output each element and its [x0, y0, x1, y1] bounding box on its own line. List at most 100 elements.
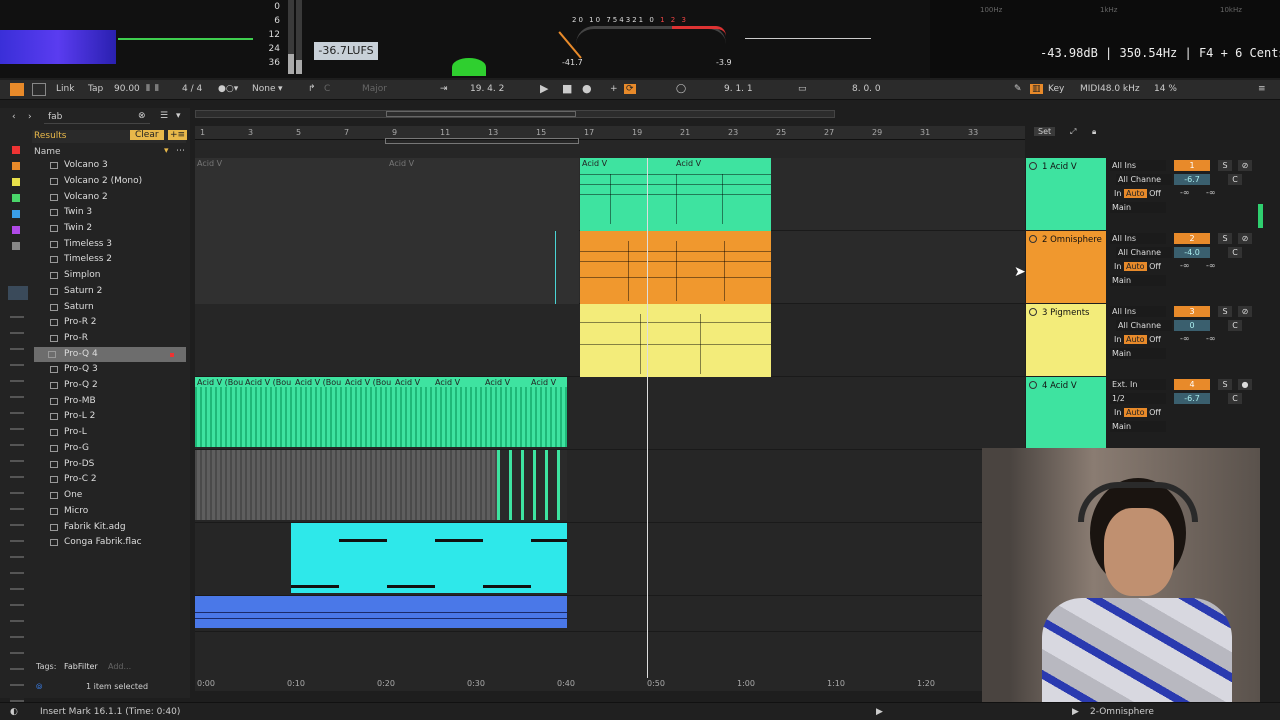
track-activator[interactable]: 3	[1174, 306, 1210, 317]
pan-field[interactable]: C	[1228, 320, 1242, 331]
clip-acid-v[interactable]: Acid V Acid V	[580, 158, 771, 231]
tag-add-button[interactable]: Add...	[108, 662, 131, 671]
list-item[interactable]: Pro-L 2	[50, 409, 188, 424]
set-button[interactable]: Set	[1034, 127, 1056, 136]
clip-ghost[interactable]	[195, 231, 579, 304]
monitor-switch[interactable]: In Auto Off	[1112, 188, 1172, 199]
list-item[interactable]: Pro-R	[50, 331, 188, 346]
back-icon[interactable]: ‹	[12, 112, 16, 122]
input-type-select[interactable]: All Ins	[1110, 306, 1166, 317]
audio-clip-acid-v[interactable]: Acid V (Bou Acid V (Bou Acid V (Bou Acid…	[195, 377, 567, 447]
list-item[interactable]: Twin 2	[50, 221, 188, 236]
list-item[interactable]: Pro-Q 3	[50, 362, 188, 377]
metronome-icon[interactable]: ⦀ ⦀	[146, 84, 160, 94]
monitor-off[interactable]: Off	[1149, 335, 1161, 344]
info-toggle-icon[interactable]: ◐	[10, 707, 18, 717]
lane-7[interactable]	[195, 596, 1025, 632]
lane-6[interactable]	[195, 523, 1025, 596]
track-header[interactable]: 4 Acid V	[1026, 377, 1106, 449]
expand-icon[interactable]: ⤢	[1070, 127, 1076, 137]
overview-scrollbar[interactable]	[195, 110, 835, 118]
input-channel-select[interactable]: All Channe	[1116, 320, 1172, 331]
list-item[interactable]: Simplon	[50, 268, 188, 283]
monitor-switch[interactable]: In Auto Off	[1112, 334, 1172, 345]
list-item[interactable]: Pro-G	[50, 441, 188, 456]
monitor-in[interactable]: In	[1114, 408, 1121, 417]
add-filter-button[interactable]: +≡	[168, 130, 188, 140]
track-header[interactable]: 3 Pigments	[1026, 304, 1106, 376]
track-name[interactable]: 1 Acid V	[1042, 162, 1077, 172]
arm-button[interactable]: ●	[1238, 379, 1252, 390]
loop-brace[interactable]	[385, 138, 579, 144]
lane-2[interactable]	[195, 231, 1025, 304]
view-toggle-icon[interactable]	[32, 83, 46, 96]
list-item[interactable]: Pro-R 2	[50, 315, 188, 330]
clip-blue[interactable]	[195, 596, 567, 628]
forward-icon[interactable]: ›	[28, 112, 32, 122]
tap-button[interactable]: Tap	[88, 84, 103, 94]
time-signature[interactable]: 4 / 4	[182, 84, 202, 94]
send-a[interactable]: -∞	[1180, 261, 1190, 270]
key-root[interactable]: C	[324, 84, 330, 94]
name-column-header[interactable]: Name	[34, 147, 61, 157]
send-a[interactable]: -∞	[1180, 334, 1190, 343]
track-activator[interactable]: 4	[1174, 379, 1210, 390]
list-item[interactable]: Conga Fabrik.flac	[50, 535, 188, 550]
loop-length-field[interactable]: 8. 0. 0	[852, 84, 881, 94]
scale-select[interactable]: Major	[362, 84, 387, 94]
draw-mode-icon[interactable]: ✎	[1014, 84, 1022, 94]
monitor-off[interactable]: Off	[1149, 262, 1161, 271]
volume-field[interactable]: -4.0	[1174, 247, 1210, 258]
monitor-auto[interactable]: Auto	[1123, 408, 1147, 417]
monitor-auto[interactable]: Auto	[1123, 262, 1147, 271]
input-channel-select[interactable]: All Channe	[1116, 174, 1172, 185]
list-item[interactable]: Timeless 2	[50, 252, 188, 267]
arm-button[interactable]: ⊘	[1238, 233, 1252, 244]
track-name[interactable]: 3 Pigments	[1042, 308, 1089, 318]
lane-5[interactable]	[195, 450, 1025, 523]
search-input[interactable]: fab	[44, 110, 150, 124]
menu-icon[interactable]: ≡	[1258, 84, 1266, 94]
keyboard-icon[interactable]: ▥	[1030, 84, 1043, 94]
list-item[interactable]: Volcano 3	[50, 158, 188, 173]
automation-arm-icon[interactable]: ⟳	[624, 84, 636, 94]
song-position[interactable]: 19. 4. 2	[470, 84, 504, 94]
list-item[interactable]: Saturn	[50, 300, 188, 315]
monitor-switch[interactable]: In Auto Off	[1112, 261, 1172, 272]
solo-button[interactable]: S	[1218, 306, 1232, 317]
show-clip-icon[interactable]: ▶	[876, 707, 883, 717]
arm-button[interactable]: ⊘	[1238, 160, 1252, 171]
send-b[interactable]: -∞	[1206, 261, 1216, 270]
list-item[interactable]: Twin 3	[50, 205, 188, 220]
fold-icon[interactable]	[1029, 381, 1037, 389]
monitor-auto[interactable]: Auto	[1123, 335, 1147, 344]
volume-field[interactable]: 0	[1174, 320, 1210, 331]
track-header[interactable]: 2 Omnisphere	[1026, 231, 1106, 303]
solo-button[interactable]: S	[1218, 379, 1232, 390]
color-tag-red[interactable]	[12, 146, 20, 154]
monitor-off[interactable]: Off	[1149, 408, 1161, 417]
monitor-switch[interactable]: In Auto Off	[1112, 407, 1172, 418]
volume-field[interactable]: -6.7	[1174, 393, 1210, 404]
lane-3[interactable]	[195, 304, 1025, 377]
output-select[interactable]: Main	[1110, 348, 1166, 359]
monitor-in[interactable]: In	[1114, 335, 1121, 344]
volume-field[interactable]: -6.7	[1174, 174, 1210, 185]
send-a[interactable]: -∞	[1180, 188, 1190, 197]
pan-field[interactable]: C	[1228, 174, 1242, 185]
input-type-select[interactable]: Ext. In	[1110, 379, 1166, 390]
list-item[interactable]: Fabrik Kit.adg	[50, 520, 188, 535]
sort-icon[interactable]: ▾	[164, 146, 169, 156]
track-header[interactable]: 1 Acid V	[1026, 158, 1106, 230]
list-item[interactable]: Pro-C 2	[50, 472, 188, 487]
output-select[interactable]: Main	[1110, 202, 1166, 213]
solo-button[interactable]: S	[1218, 160, 1232, 171]
play-button[interactable]: ▶	[540, 82, 548, 95]
clip-cyan[interactable]	[291, 523, 567, 593]
list-item-selected[interactable]: Pro-Q 4	[34, 347, 186, 362]
arm-button[interactable]: ⊘	[1238, 306, 1252, 317]
punch-in-icon[interactable]: ▭	[798, 84, 807, 94]
app-menu-icon[interactable]	[10, 83, 24, 96]
list-item[interactable]: Saturn 2	[50, 284, 188, 299]
output-select[interactable]: Main	[1110, 421, 1166, 432]
